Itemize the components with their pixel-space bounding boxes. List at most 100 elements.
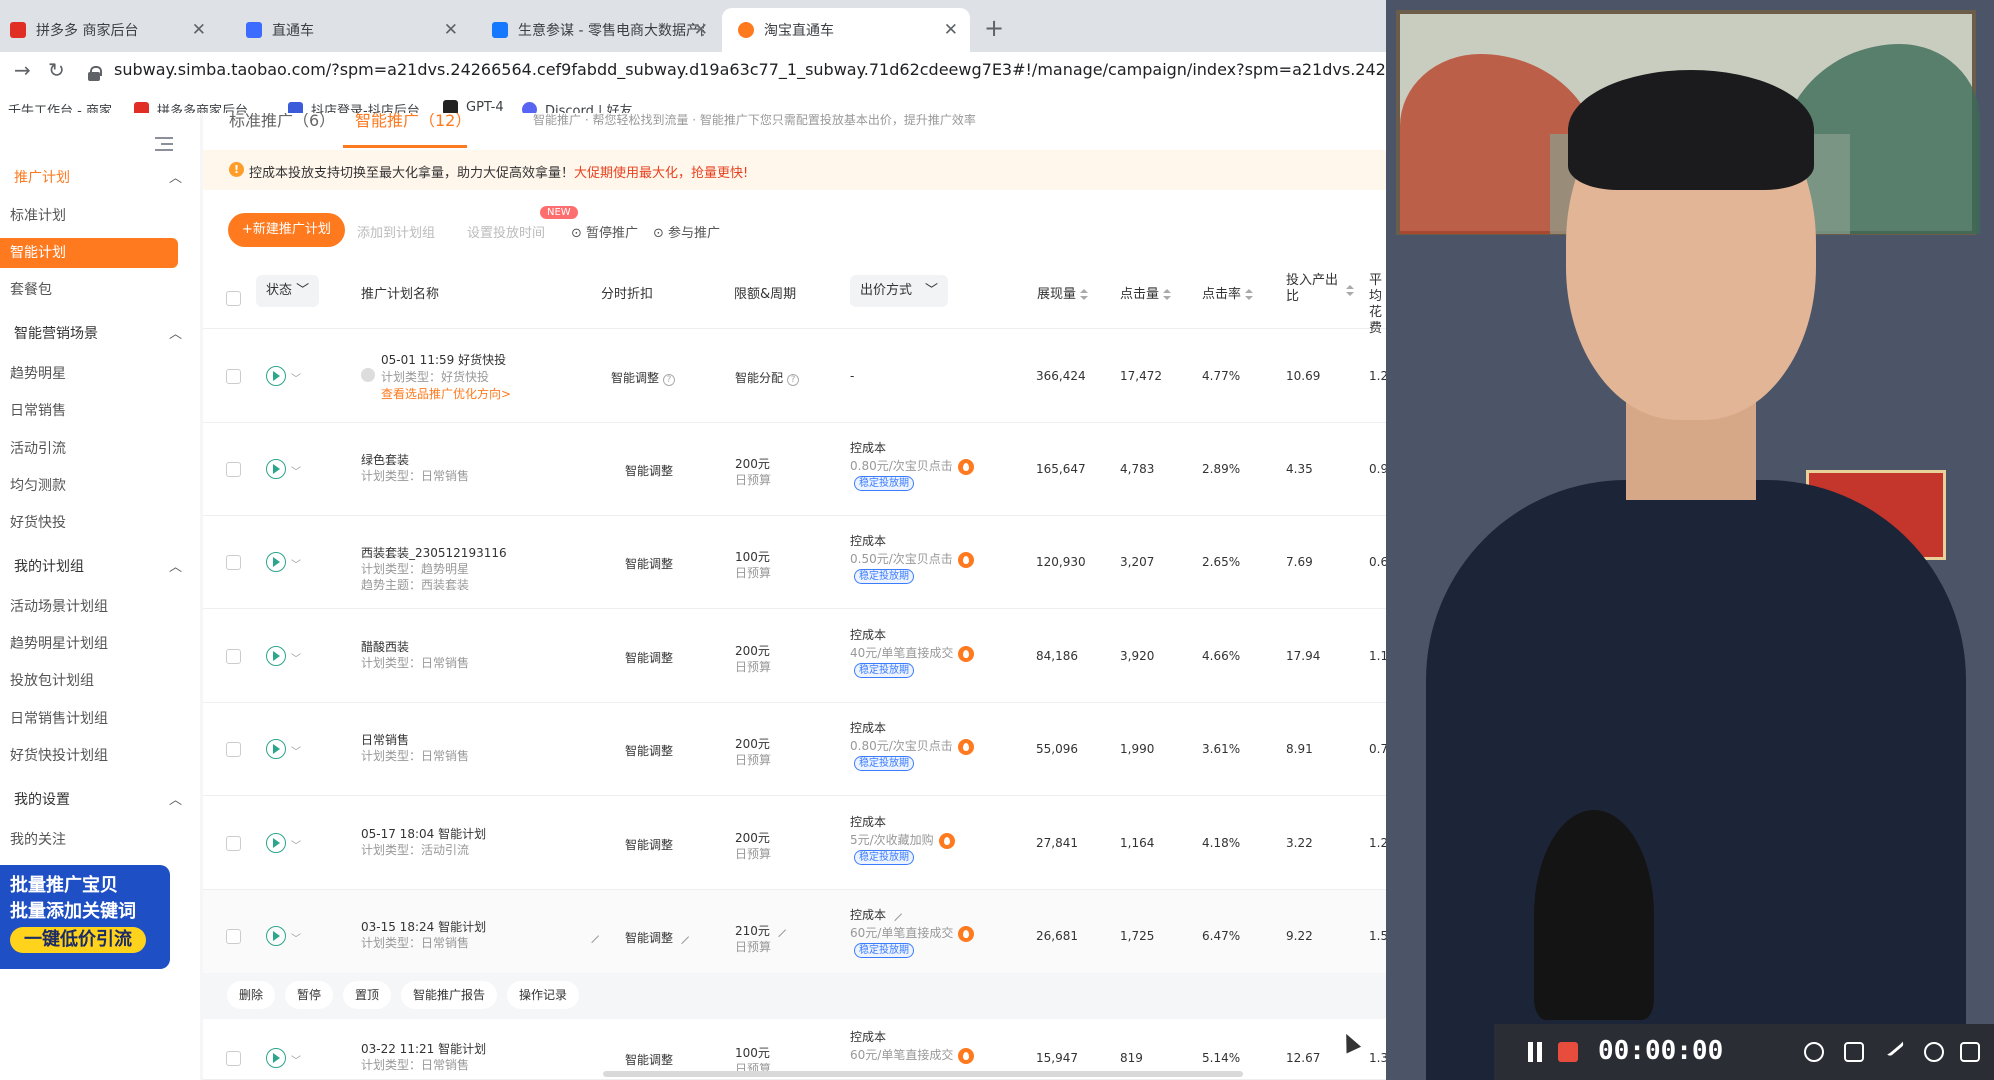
chevron-down-icon[interactable]: ﹀ bbox=[291, 556, 301, 571]
close-icon[interactable]: ✕ bbox=[944, 20, 958, 40]
bid-filter[interactable]: 出价方式 ﹀ bbox=[850, 275, 948, 307]
help-icon[interactable]: ? bbox=[787, 374, 800, 386]
pause-button[interactable]: ⊙ 暂停推广 bbox=[571, 222, 638, 241]
edit-icon[interactable] bbox=[771, 922, 786, 938]
plan-name[interactable]: 05-01 11:59 好货快投 bbox=[381, 351, 506, 368]
sidebar-item-group-trend[interactable]: 趋势明星计划组 bbox=[10, 629, 178, 659]
sidebar-item-daily[interactable]: 日常销售 bbox=[10, 396, 178, 426]
col-impressions[interactable]: 展现量 bbox=[1037, 283, 1089, 302]
play-status-icon[interactable] bbox=[266, 739, 286, 759]
row-checkbox[interactable] bbox=[226, 369, 241, 384]
sidebar-item-trend[interactable]: 趋势明星 bbox=[10, 359, 178, 389]
reload-icon[interactable]: ↻ bbox=[48, 58, 65, 82]
browser-tab-pdd[interactable]: 拼多多 商家后台 ✕ bbox=[0, 8, 218, 52]
add-to-group-button[interactable]: 添加到计划组 bbox=[357, 222, 435, 241]
table-row[interactable]: ﹀ 05-01 11:59 好货快投 计划类型：好货快投 查看选品推广优化方向> 智能调… bbox=[203, 330, 1386, 423]
chevron-down-icon[interactable]: ﹀ bbox=[291, 930, 301, 945]
browser-tab-ztc[interactable]: 直通车 ✕ bbox=[230, 8, 470, 52]
stop-record-icon[interactable] bbox=[1558, 1042, 1578, 1062]
row-checkbox[interactable] bbox=[226, 555, 241, 570]
plan-name[interactable]: 西装套装_230512193116 bbox=[361, 544, 507, 561]
sidebar-group-mygroups[interactable]: 我的计划组 ︿ bbox=[14, 556, 182, 576]
sidebar-item-smart[interactable]: 智能计划 bbox=[0, 238, 178, 268]
plan-name[interactable]: 绿色套装 bbox=[361, 451, 409, 468]
browser-tab-sycm[interactable]: 生意参谋 - 零售电商大数据产品 ✕ bbox=[476, 8, 720, 52]
operation-log-button[interactable]: 操作记录 bbox=[507, 981, 580, 1009]
sidebar-group-scenes[interactable]: 智能营销场景 ︿ bbox=[14, 323, 182, 343]
sidebar-item-activity[interactable]: 活动引流 bbox=[10, 434, 178, 464]
pen-icon[interactable] bbox=[1883, 1036, 1905, 1058]
pause-row-button[interactable]: 暂停 bbox=[285, 981, 334, 1009]
col-clicks[interactable]: 点击量 bbox=[1120, 283, 1172, 302]
back-arrow-icon[interactable]: → bbox=[14, 58, 31, 82]
optimize-link[interactable]: 查看选品推广优化方向> bbox=[381, 385, 511, 402]
close-icon[interactable]: ✕ bbox=[192, 20, 206, 40]
pause-icon[interactable] bbox=[1528, 1042, 1542, 1062]
plan-name[interactable]: 05-17 18:04 智能计划 bbox=[361, 825, 486, 842]
table-row[interactable]: ﹀ 日常销售 计划类型：日常销售 智能调整 200元 日预算 控成本 0.80元/次宝贝点击稳… bbox=[203, 703, 1386, 796]
row-checkbox[interactable] bbox=[226, 462, 241, 477]
sidebar-item-group-activity[interactable]: 活动场景计划组 bbox=[10, 592, 178, 622]
plan-name[interactable]: 03-15 18:24 智能计划 bbox=[361, 918, 486, 935]
sidebar-item-group-daily[interactable]: 日常销售计划组 bbox=[10, 704, 178, 734]
sidebar-item-standard[interactable]: 标准计划 bbox=[10, 201, 178, 231]
play-status-icon[interactable] bbox=[266, 459, 286, 479]
new-tab-plus-icon[interactable]: + bbox=[984, 14, 1004, 42]
row-checkbox[interactable] bbox=[226, 836, 241, 851]
screenshot-icon[interactable] bbox=[1804, 1042, 1824, 1062]
play-status-icon[interactable] bbox=[266, 926, 286, 946]
edit-icon[interactable] bbox=[887, 906, 903, 922]
select-all-checkbox[interactable] bbox=[226, 291, 241, 306]
sidebar-item-group-package[interactable]: 投放包计划组 bbox=[10, 666, 178, 696]
chevron-down-icon[interactable]: ﹀ bbox=[291, 370, 301, 385]
chevron-down-icon[interactable]: ﹀ bbox=[291, 463, 301, 478]
new-plan-button[interactable]: +新建推广计划 bbox=[228, 213, 345, 247]
col-ctr[interactable]: 点击率 bbox=[1202, 283, 1254, 302]
edit-icon[interactable] bbox=[674, 929, 690, 945]
plan-name[interactable]: 日常销售 bbox=[361, 731, 409, 748]
row-checkbox[interactable] bbox=[226, 929, 241, 944]
set-time-button[interactable]: 设置投放时间 bbox=[467, 222, 545, 241]
table-row[interactable]: ﹀ 05-17 18:04 智能计划 计划类型：活动引流 智能调整 200元 日预算 控成本… bbox=[203, 797, 1386, 890]
sort-icon[interactable] bbox=[1346, 285, 1354, 297]
table-row[interactable]: ﹀ 西装套装_230512193116 计划类型：趋势明星 趋势主题：西装套装 智能调整… bbox=[203, 516, 1386, 609]
url-field[interactable]: subway.simba.taobao.com/?spm=a21dvs.2426… bbox=[114, 60, 1386, 79]
plan-name[interactable]: 醋酸西装 bbox=[361, 638, 409, 655]
settings-icon[interactable] bbox=[1924, 1042, 1944, 1062]
camera-icon[interactable] bbox=[1844, 1042, 1864, 1062]
sidebar-item-fast[interactable]: 好货快投 bbox=[10, 508, 178, 538]
horizontal-scrollbar[interactable] bbox=[603, 1071, 1243, 1077]
close-icon[interactable]: ✕ bbox=[694, 20, 708, 40]
join-button[interactable]: ⊙ 参与推广 bbox=[653, 222, 720, 241]
col-roi[interactable]: 投入产出比 bbox=[1286, 273, 1338, 305]
help-icon[interactable]: ? bbox=[663, 374, 676, 386]
close-icon[interactable]: ✕ bbox=[444, 20, 458, 40]
tab-standard[interactable]: 标准推广（6） bbox=[229, 113, 335, 131]
row-checkbox[interactable] bbox=[226, 742, 241, 757]
window-icon[interactable] bbox=[1960, 1042, 1980, 1062]
browser-tab-active[interactable]: 淘宝直通车 ✕ bbox=[722, 8, 970, 52]
menu-collapse-icon[interactable] bbox=[155, 137, 173, 151]
status-filter[interactable]: 状态 ﹀ bbox=[256, 275, 320, 307]
chevron-down-icon[interactable]: ﹀ bbox=[291, 1052, 301, 1067]
row-checkbox[interactable] bbox=[226, 1051, 241, 1066]
edit-icon[interactable] bbox=[583, 928, 600, 944]
table-row[interactable]: ﹀ 醋酸西装 计划类型：日常销售 智能调整 200元 日预算 控成本 40元/单笔直接成交 稳定… bbox=[203, 610, 1386, 703]
table-row[interactable]: ﹀ 03-15 18:24 智能计划 计划类型：日常销售 智能调整 210元 日预算 控成本… bbox=[203, 890, 1386, 983]
row-checkbox[interactable] bbox=[226, 649, 241, 664]
promo-banner[interactable]: 批量推广宝贝 批量添加关键词 一键低价引流 bbox=[0, 865, 170, 969]
delete-button[interactable]: 删除 bbox=[227, 981, 276, 1009]
chevron-down-icon[interactable]: ﹀ bbox=[291, 837, 301, 852]
sidebar-group-plans[interactable]: 推广计划 ︿ bbox=[14, 167, 182, 187]
play-status-icon[interactable] bbox=[266, 552, 286, 572]
sidebar-group-settings[interactable]: 我的设置 ︿ bbox=[14, 789, 182, 809]
sidebar-item-follow[interactable]: 我的关注 bbox=[10, 825, 178, 855]
smart-report-button[interactable]: 智能推广报告 bbox=[401, 981, 498, 1009]
sidebar-item-group-fast[interactable]: 好货快投计划组 bbox=[10, 741, 178, 771]
sidebar-item-test[interactable]: 均匀测款 bbox=[10, 471, 178, 501]
play-status-icon[interactable] bbox=[266, 1048, 286, 1068]
table-row[interactable]: ﹀ 绿色套装 计划类型：日常销售 智能调整 200元 日预算 控成本 0.80元/次宝贝点击稳… bbox=[203, 423, 1386, 516]
sidebar-item-package[interactable]: 套餐包 bbox=[10, 275, 178, 305]
pin-top-button[interactable]: 置顶 bbox=[343, 981, 392, 1009]
play-status-icon[interactable] bbox=[266, 646, 286, 666]
